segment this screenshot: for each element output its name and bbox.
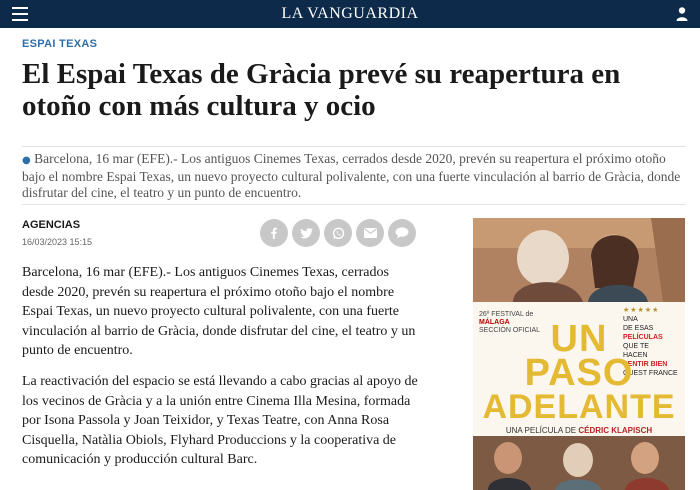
publish-date: 16/03/2023 15:15 [22,237,93,247]
top-nav-bar: LA VANGUARDIA [0,0,700,28]
ad-photo-bottom [473,436,685,490]
facebook-icon [271,227,277,239]
ad-photo-top [473,218,685,302]
share-facebook-button[interactable] [260,219,288,247]
share-email-button[interactable] [356,219,384,247]
ad-director-name: CÉDRIC KLAPISCH [578,426,653,435]
article-paragraph: Barcelona, 16 mar (EFE).- Los antiguos C… [22,265,416,358]
article-paragraph: La reactivación del espacio se está llev… [22,374,418,467]
divider [22,146,686,147]
article-headline: El Espai Texas de Gràcia prevé su reaper… [22,58,621,122]
ad-movie-title: ADELANTE [482,388,676,426]
comment-icon [395,227,409,239]
ad-festival-line: 26º FESTIVAL de [479,311,534,318]
share-comment-button[interactable] [388,219,416,247]
divider [22,204,686,205]
section-label[interactable]: ESPAI TEXAS [22,38,97,50]
ad-credit-prefix: UNA PELÍCULA DE [505,426,577,435]
ad-director-credit: UNA PELÍCULA DE CÉDRIC KLAPISCH [473,426,685,435]
email-icon [363,228,377,238]
site-logo[interactable]: LA VANGUARDIA [0,5,700,23]
advertisement-banner[interactable]: 26º FESTIVAL de MÁLAGA SECCIÓN OFICIAL ★… [473,218,685,490]
article-summary: ● Barcelona, 16 mar (EFE).- Los antiguos… [22,151,690,201]
user-icon[interactable] [676,6,690,22]
share-whatsapp-button[interactable] [324,219,352,247]
whatsapp-icon [332,227,344,239]
author-name[interactable]: AGENCIAS [22,219,80,231]
ad-review-stars: ★★★★★ [623,307,660,314]
twitter-icon [299,227,313,238]
ad-movie-title: UN [550,318,608,360]
share-twitter-button[interactable] [292,219,320,247]
summary-text: Barcelona, 16 mar (EFE).- Los antiguos C… [22,151,681,200]
bullet-icon: ● [22,155,31,166]
ad-movie-title: PASO [524,352,634,394]
